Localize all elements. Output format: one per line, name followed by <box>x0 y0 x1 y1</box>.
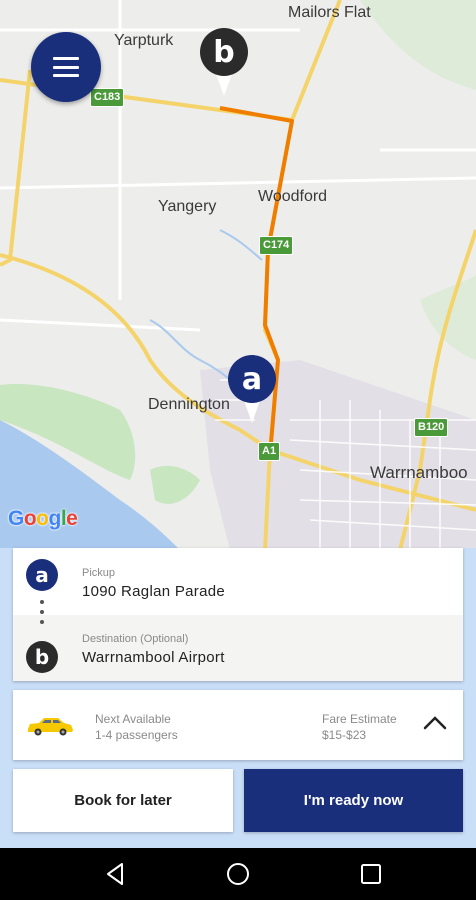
place-label: Dennington <box>148 396 230 413</box>
destination-pin[interactable]: b <box>200 28 248 98</box>
place-label: Yarpturk <box>114 32 174 49</box>
road-marker: C183 <box>90 88 125 107</box>
back-triangle-icon[interactable] <box>100 860 130 888</box>
chevron-up-icon[interactable] <box>423 715 447 731</box>
hamburger-menu-icon <box>53 57 79 77</box>
place-label: Woodford <box>258 188 328 205</box>
place-label: Mailors Flat <box>288 4 371 21</box>
recents-square-icon[interactable] <box>356 860 386 888</box>
pickup-badge-icon: a <box>26 559 58 591</box>
route-dots-icon <box>40 600 44 624</box>
menu-button[interactable] <box>31 32 101 102</box>
pickup-field[interactable]: 1090 Raglan Parade <box>82 583 225 600</box>
passenger-count: 1-4 passengers <box>95 728 178 742</box>
system-nav-bar <box>0 848 476 900</box>
route-card: a Pickup 1090 Raglan Parade b Destinatio… <box>13 548 463 681</box>
place-label: Yangery <box>158 198 217 215</box>
pickup-pin[interactable]: a <box>228 355 276 425</box>
destination-label: Destination (Optional) <box>82 633 189 645</box>
google-logo-letter: o <box>36 507 49 530</box>
booking-panel: a Pickup 1090 Raglan Parade b Destinatio… <box>0 548 476 848</box>
destination-field[interactable]: Warrnambool Airport <box>82 649 225 666</box>
google-logo-letter: g <box>48 507 62 530</box>
road-marker: C174 <box>259 236 294 255</box>
google-logo: Google <box>8 507 78 531</box>
book-later-button[interactable]: Book for later <box>13 769 233 832</box>
map-view[interactable]: Mailors Flat Yarpturk Yangery Woodford D… <box>0 0 476 550</box>
pickup-pin-letter: a <box>228 355 276 403</box>
google-logo-letter: o <box>23 507 37 530</box>
pickup-label: Pickup <box>82 567 116 579</box>
destination-badge-icon: b <box>26 641 58 673</box>
ride-option-card[interactable]: Next Available 1-4 passengers Fare Estim… <box>13 690 463 760</box>
taxi-car-icon <box>28 718 73 736</box>
home-circle-icon[interactable] <box>223 860 253 888</box>
google-logo-letter: e <box>66 507 78 530</box>
road-marker: B120 <box>414 418 449 437</box>
destination-pin-letter: b <box>200 28 248 76</box>
availability-label: Next Available <box>95 712 171 726</box>
fare-estimate-value: $15-$23 <box>322 728 367 742</box>
ready-now-button[interactable]: I'm ready now <box>244 769 463 832</box>
road-marker: A1 <box>258 442 281 461</box>
google-logo-letter: G <box>8 507 24 530</box>
destination-row[interactable] <box>13 615 463 681</box>
place-label: Warrnamboo <box>370 463 468 482</box>
fare-estimate-label: Fare Estimate <box>322 712 397 726</box>
